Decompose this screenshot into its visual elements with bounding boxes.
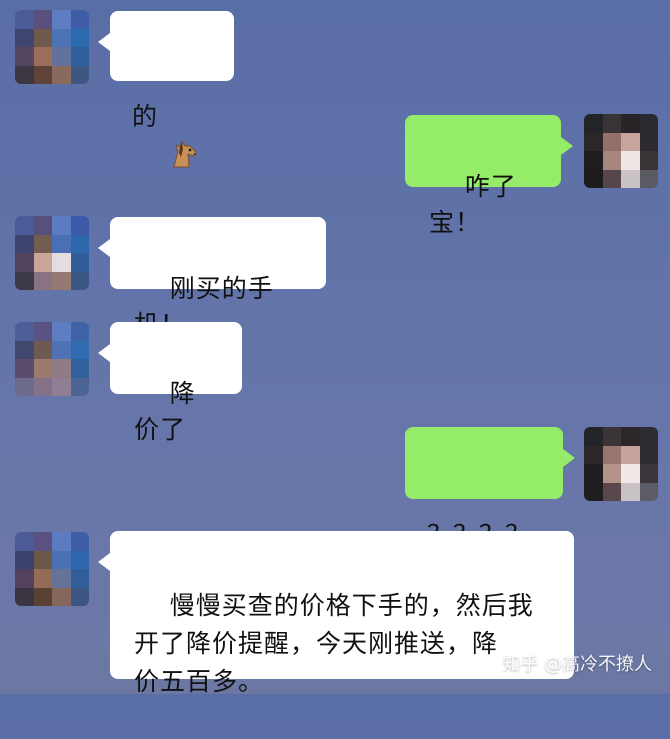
- horse-icon: [168, 65, 202, 168]
- avatar[interactable]: [15, 532, 89, 606]
- avatar[interactable]: [584, 114, 658, 188]
- message-text: 降价了: [134, 379, 196, 444]
- message-bubble[interactable]: 的: [98, 11, 234, 168]
- message-bubble[interactable]: 降价了: [98, 322, 242, 444]
- avatar[interactable]: [15, 216, 89, 290]
- avatar[interactable]: [15, 322, 89, 396]
- message-bubble[interactable]: ？？？？: [405, 427, 575, 549]
- chat-area: 的 咋了宝！ 刚买的手机！ 降价了 ？？？？: [0, 0, 670, 696]
- avatar[interactable]: [15, 10, 89, 84]
- message-text: 慢慢买查的价格下手的，然后我 开了降价提醒，今天刚推送，降 价五百多。: [134, 591, 534, 696]
- message-bubble[interactable]: 咋了宝！: [405, 115, 573, 237]
- message-text: 的: [132, 102, 159, 131]
- avatar[interactable]: [584, 427, 658, 501]
- message-text: 咋了宝！: [429, 172, 517, 237]
- watermark: 知乎 @高冷不撩人: [502, 654, 652, 675]
- message-bubble[interactable]: 刚买的手机！: [98, 217, 326, 339]
